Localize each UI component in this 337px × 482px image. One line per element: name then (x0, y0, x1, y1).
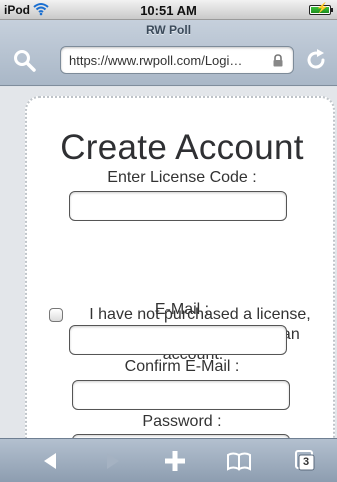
password-label: Password : (142, 413, 222, 430)
status-time: 10:51 AM (140, 3, 197, 18)
lock-icon (273, 54, 283, 67)
email-label: E-Mail : (154, 301, 210, 318)
status-bar: iPod 10:51 AM ⚡ (0, 0, 337, 20)
bottom-toolbar: 3 (0, 438, 337, 482)
tabs-count: 3 (303, 456, 310, 468)
address-bar[interactable]: https://www.rwpoll.com/Logi… (60, 46, 294, 74)
battery-icon: ⚡ (309, 3, 333, 15)
search-icon[interactable] (12, 48, 38, 74)
browser-chrome: RW Poll https://www.rwpoll.com/Logi… (0, 20, 337, 86)
add-icon[interactable] (161, 448, 189, 474)
bookmarks-icon[interactable] (225, 448, 253, 474)
confirm-email-label: Confirm E-Mail : (124, 358, 240, 375)
email-input[interactable] (69, 325, 287, 355)
license-code-label: Enter License Code : (107, 169, 257, 186)
back-icon[interactable] (36, 448, 64, 474)
license-code-input[interactable] (69, 191, 287, 221)
tabs-button[interactable]: 3 (290, 448, 318, 474)
page-title: RW Poll (145, 23, 192, 37)
confirm-email-input[interactable] (72, 380, 290, 410)
form-heading: Create Account (60, 128, 304, 167)
page-content: Create Account Enter License Code : I ha… (0, 87, 337, 438)
address-bar-url[interactable]: https://www.rwpoll.com/Logi… (69, 53, 265, 68)
create-account-form: Create Account Enter License Code : I ha… (25, 96, 335, 438)
reload-icon[interactable] (303, 47, 329, 73)
forward-icon[interactable] (98, 448, 126, 474)
